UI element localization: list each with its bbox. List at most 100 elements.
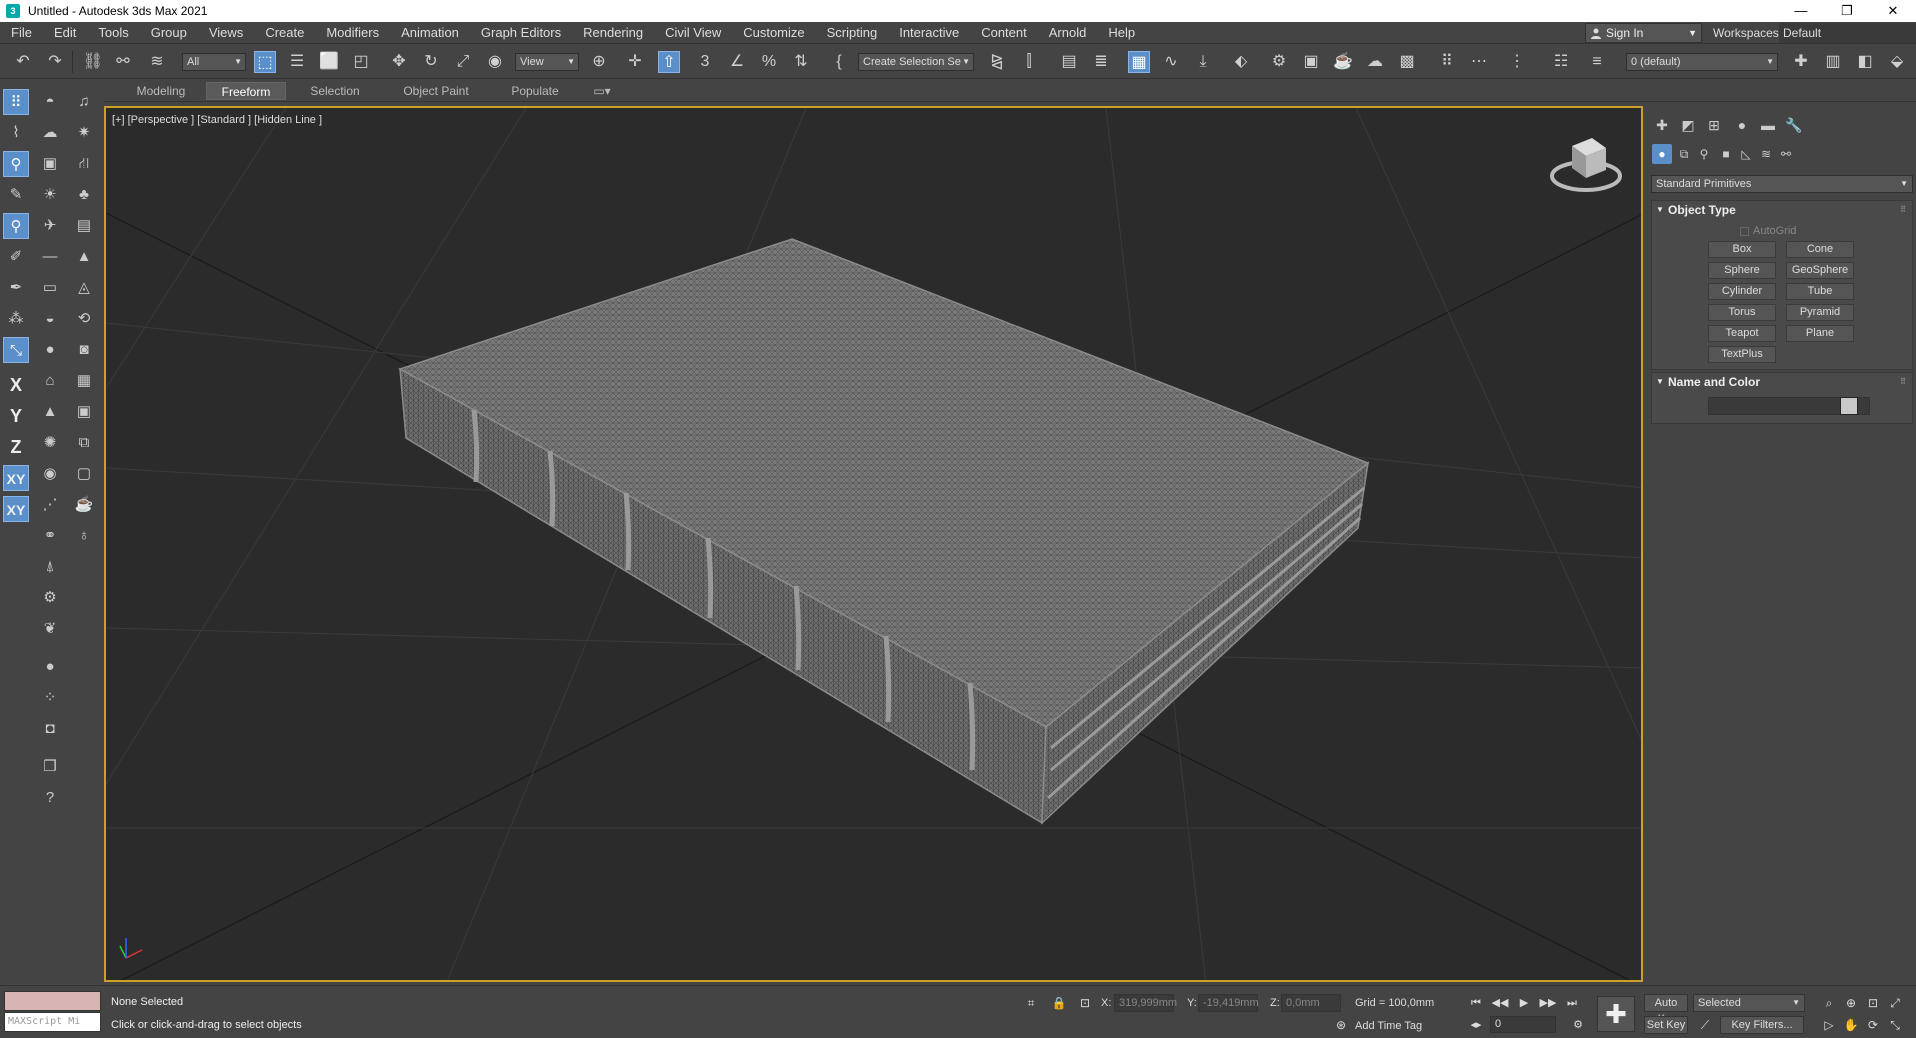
render-region-icon[interactable]: ⧉: [71, 430, 97, 456]
z-coord-field[interactable]: 0,0mm: [1281, 994, 1341, 1012]
named-selection-dropdown[interactable]: Create Selection Se ▼: [858, 53, 974, 71]
key-mode-dropdown[interactable]: Selected ▼: [1693, 994, 1805, 1012]
plane-button[interactable]: Plane: [1786, 325, 1854, 342]
current-frame-field[interactable]: 0: [1490, 1016, 1556, 1033]
material-editor-icon[interactable]: ⬖: [1230, 51, 1252, 73]
x-coord-field[interactable]: 319,999mm: [1114, 994, 1177, 1012]
time-tag-icon[interactable]: ⊛: [1332, 1016, 1350, 1034]
sphere-button[interactable]: Sphere: [1708, 262, 1776, 279]
unlink-icon[interactable]: ⚯: [112, 51, 134, 73]
select-by-name-icon[interactable]: ☰: [286, 51, 308, 73]
render-production-icon[interactable]: ☕: [1332, 51, 1354, 73]
select-object-icon[interactable]: ⬚: [254, 51, 276, 73]
y-axis-constraint[interactable]: Y: [3, 403, 29, 429]
set-keys-button[interactable]: ✚: [1597, 996, 1635, 1032]
gold-sphere-icon[interactable]: ◉: [37, 461, 63, 487]
percent-snap-icon[interactable]: %: [758, 51, 780, 73]
key-mode-toggle-icon[interactable]: ◂▸: [1466, 1016, 1486, 1034]
next-frame-icon[interactable]: ▶▶: [1538, 994, 1558, 1012]
viewport-scene[interactable]: [106, 108, 1643, 982]
restore-button[interactable]: ❐: [1824, 0, 1870, 22]
magnet-icon[interactable]: ⚲: [3, 213, 29, 239]
teapot-icon[interactable]: ☕: [71, 492, 97, 518]
menu-civil-view[interactable]: Civil View: [654, 22, 732, 44]
link-icon[interactable]: ⛓: [82, 51, 104, 73]
menu-content[interactable]: Content: [970, 22, 1038, 44]
set-key-button[interactable]: Set Key: [1644, 1016, 1688, 1034]
align-icon[interactable]: ⫿: [1018, 51, 1040, 73]
select-and-rotate-icon[interactable]: ↻: [420, 51, 442, 73]
viewport-label[interactable]: [+] [Perspective ] [Standard ] [Hidden L…: [112, 114, 322, 126]
torus-button[interactable]: Torus: [1708, 304, 1776, 321]
tab-modeling[interactable]: Modeling: [122, 82, 200, 100]
time-configuration-icon[interactable]: ⚙: [1568, 1016, 1588, 1034]
frame-icon[interactable]: ▢: [71, 461, 97, 487]
cone-button[interactable]: Cone: [1786, 241, 1854, 258]
molecule-icon[interactable]: ⚭: [37, 523, 63, 549]
paint-select-icon[interactable]: ⚲: [3, 151, 29, 177]
render-gallery-icon[interactable]: ▩: [1396, 51, 1418, 73]
isolate-selection-icon[interactable]: ⌗: [1022, 994, 1040, 1012]
camera-icon[interactable]: ⛙: [71, 151, 97, 177]
rotate-object-icon[interactable]: ⟲: [71, 306, 97, 332]
utilities-tab-icon[interactable]: 🔧: [1782, 114, 1806, 136]
systems-icon[interactable]: ⚯: [1776, 144, 1796, 164]
select-and-move-icon[interactable]: ✥: [388, 51, 410, 73]
basket-icon[interactable]: ⌂: [37, 368, 63, 394]
tab-populate[interactable]: Populate: [498, 82, 572, 100]
render-setup-icon[interactable]: ⚙: [1268, 51, 1290, 73]
orbit-icon[interactable]: ⟳: [1864, 1016, 1882, 1034]
toggle-ribbon-icon[interactable]: ▦: [1128, 51, 1150, 73]
object-type-header[interactable]: ▼ Object Type ⠿: [1652, 201, 1912, 219]
mirror-icon[interactable]: ⧎: [986, 51, 1008, 73]
brush-icon[interactable]: ✒: [3, 275, 29, 301]
cameras-icon[interactable]: ■: [1716, 144, 1736, 164]
geosphere-button[interactable]: GeoSphere: [1786, 262, 1854, 279]
light-icon[interactable]: ♫: [71, 89, 97, 115]
auto-key-button[interactable]: Auto K...: [1644, 994, 1688, 1025]
bulb-icon[interactable]: ☀: [37, 182, 63, 208]
go-to-start-icon[interactable]: ⏮: [1466, 994, 1486, 1012]
box-button[interactable]: Box: [1708, 241, 1776, 258]
pen-icon[interactable]: ✎: [3, 182, 29, 208]
workspaces-dropdown[interactable]: Default: [1779, 23, 1916, 43]
create-tab-icon[interactable]: ✚: [1650, 114, 1674, 136]
paint-deform-icon[interactable]: ◓: [37, 89, 63, 115]
menu-arnold[interactable]: Arnold: [1038, 22, 1098, 44]
keyboard-shortcut-override-icon[interactable]: ⇧: [658, 51, 680, 73]
create-new-layer-icon[interactable]: ✚: [1790, 51, 1812, 73]
layer-visibility-icon[interactable]: ≡: [1586, 51, 1608, 73]
maxscript-mini-listener[interactable]: MAXScript Mi: [4, 1012, 101, 1032]
pyramid-icon[interactable]: ▲: [37, 399, 63, 425]
maximize-viewport-icon[interactable]: ⤡: [1886, 1016, 1904, 1034]
hide-layers-icon[interactable]: ◧: [1854, 51, 1876, 73]
hierarchy-tab-icon[interactable]: ⊞: [1702, 114, 1726, 136]
clipboard-icon[interactable]: ❒: [37, 754, 63, 780]
select-manipulate-icon[interactable]: ✛: [624, 51, 646, 73]
align-array-icon[interactable]: ⋯: [1468, 51, 1490, 73]
add-time-tag[interactable]: Add Time Tag: [1355, 1020, 1422, 1032]
lights-icon[interactable]: ⚲: [1694, 144, 1714, 164]
help-icon[interactable]: ?: [37, 785, 63, 811]
menu-views[interactable]: Views: [198, 22, 254, 44]
render-in-cloud-icon[interactable]: ☁: [1364, 51, 1386, 73]
transform-gizmo-icon[interactable]: ⍋: [37, 554, 63, 580]
cylinder-button[interactable]: Cylinder: [1708, 283, 1776, 300]
perspective-viewport[interactable]: [+] [Perspective ] [Standard ] [Hidden L…: [104, 106, 1643, 982]
sun-icon[interactable]: ✷: [71, 120, 97, 146]
display-tab-icon[interactable]: ▬: [1756, 114, 1780, 136]
ribbon-options-icon[interactable]: ▭▾: [588, 82, 616, 100]
previous-frame-icon[interactable]: ◀◀: [1490, 994, 1510, 1012]
line-icon[interactable]: —: [37, 244, 63, 270]
grass-icon[interactable]: ❦: [37, 616, 63, 642]
menu-file[interactable]: File: [0, 22, 43, 44]
menu-modifiers[interactable]: Modifiers: [315, 22, 390, 44]
shapes-icon[interactable]: ⧉: [1674, 144, 1694, 164]
angle-snap-icon[interactable]: ∠: [726, 51, 748, 73]
sphere-icon[interactable]: ●: [37, 337, 63, 363]
menu-rendering[interactable]: Rendering: [572, 22, 654, 44]
menu-group[interactable]: Group: [140, 22, 198, 44]
mesh-icon[interactable]: ⋰: [37, 492, 63, 518]
panel-icon[interactable]: ▣: [71, 399, 97, 425]
rectangle-icon[interactable]: ▭: [37, 275, 63, 301]
